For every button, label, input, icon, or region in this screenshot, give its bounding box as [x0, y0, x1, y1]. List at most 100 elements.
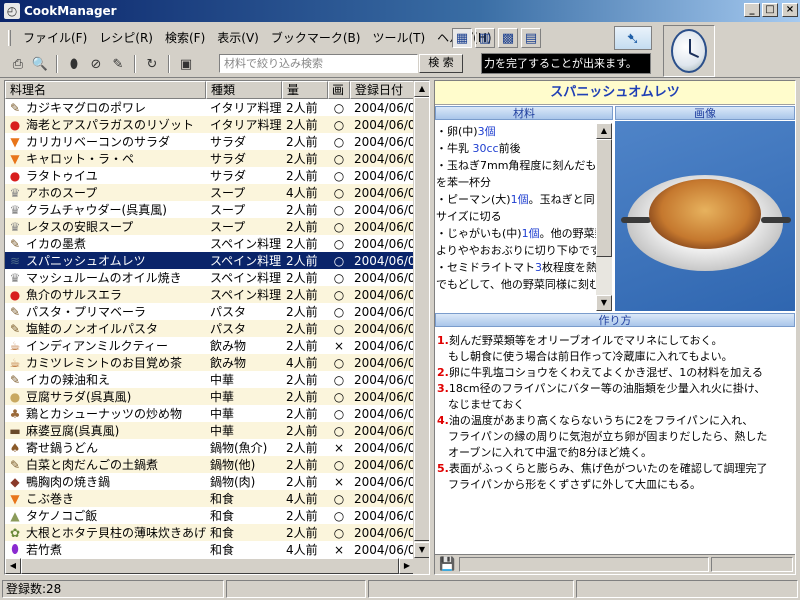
table-row[interactable]: ● ラタトゥイユ サラダ 2人前 ○ 2004/06/05	[5, 167, 415, 184]
recipe-date: 2004/06/05	[354, 491, 415, 506]
calculator-icon[interactable]: ▣	[176, 54, 196, 74]
dish-icon: ▬	[9, 423, 21, 438]
column-header-image[interactable]: 画	[328, 81, 350, 99]
table-row[interactable]: ☕ カミツレミントのお目覚め茶 飲み物 4人前 ○ 2004/06/05	[5, 354, 415, 371]
ingredients-scrollbar[interactable]: ▲ ▼	[596, 123, 612, 311]
table-row[interactable]: ◆ 鴨胸肉の焼き鍋 鍋物(肉) 2人前 × 2004/06/05	[5, 473, 415, 490]
bird-icon[interactable]: ➷	[614, 26, 652, 50]
view-detail-icon[interactable]: ▤	[521, 28, 541, 48]
search-button[interactable]: 検 索	[419, 54, 463, 73]
table-row[interactable]: ● 豆腐サラダ(呉真風) 中華 2人前 ○ 2004/06/05	[5, 388, 415, 405]
menu-file[interactable]: ファイル(F)	[17, 29, 93, 47]
recipe-name: ラタトゥイユ	[26, 169, 98, 183]
scroll-up-arrow[interactable]: ▲	[414, 81, 429, 97]
table-row[interactable]: ✎ パスタ・プリマベーラ パスタ 2人前 ○ 2004/06/05	[5, 303, 415, 320]
table-row[interactable]: ♛ アホのスープ スープ 4人前 ○ 2004/06/05	[5, 184, 415, 201]
table-row[interactable]: ≋ スパニッシュオムレツ スペイン料理 2人前 ○ 2004/06/05	[5, 252, 415, 269]
ingredient-text: を苯一杯分	[436, 176, 491, 189]
recipe-name-cell: ◆ 鴨胸肉の焼き鍋	[5, 473, 206, 490]
recipe-date: 2004/06/05	[354, 219, 415, 234]
recipe-quantity: 2人前	[286, 424, 318, 438]
column-header-type[interactable]: 種類	[206, 81, 282, 99]
recipe-count: 登録数:28	[2, 579, 224, 598]
table-row[interactable]: ♛ マッシュルームのオイル焼き スペイン料理 2人前 ○ 2004/06/05	[5, 269, 415, 286]
close-button[interactable]: ×	[782, 3, 798, 17]
print-icon[interactable]: ⎙	[8, 54, 28, 74]
table-row[interactable]: ☕ インディアンミルクティー 飲み物 2人前 × 2004/06/05	[5, 337, 415, 354]
scroll-down-arrow[interactable]: ▼	[596, 295, 612, 311]
column-header-date[interactable]: 登録日付	[350, 81, 415, 99]
step-number: 3.	[437, 382, 449, 395]
menu-grip	[8, 30, 11, 46]
new-recipe-icon[interactable]: ⬮	[64, 54, 84, 74]
detail-status-field	[459, 557, 709, 572]
table-row[interactable]: ✎ イカの墨煮 スペイン料理 2人前 ○ 2004/06/05	[5, 235, 415, 252]
recipe-image-flag: ○	[333, 304, 345, 319]
table-row[interactable]: ♣ 鶏とカシューナッツの炒め物 中華 2人前 ○ 2004/06/05	[5, 405, 415, 422]
table-row[interactable]: ▼ カリカリベーコンのサラダ サラダ 2人前 ○ 2004/06/05	[5, 133, 415, 150]
table-row[interactable]: ● 海老とアスパラガスのリゾット イタリア料理 2人前 ○ 2004/06/05	[5, 116, 415, 133]
table-row[interactable]: ♛ レタスの安眼スープ スープ 2人前 ○ 2004/06/05	[5, 218, 415, 235]
list-horizontal-scrollbar[interactable]: ◀ ▶	[5, 558, 415, 574]
print-preview-icon[interactable]: 🔍	[30, 54, 50, 74]
recipe-photo[interactable]	[615, 121, 795, 311]
recipe-name: イカの辣油和え	[26, 373, 111, 387]
recipe-image-flag: ○	[333, 185, 345, 200]
menu-search[interactable]: 検索(F)	[159, 29, 211, 47]
table-row[interactable]: ▬ 麻婆豆腐(呉真風) 中華 2人前 ○ 2004/06/05	[5, 422, 415, 439]
refresh-icon[interactable]: ↻	[142, 54, 162, 74]
scroll-up-arrow[interactable]: ▲	[596, 123, 612, 139]
menu-view[interactable]: 表示(V)	[211, 29, 265, 47]
step-text: 卵に牛乳塩コショウをくわえてよくかき混ぜ、1の材料を加える	[448, 366, 763, 379]
save-icon[interactable]: 💾	[439, 557, 455, 573]
edit-recipe-icon[interactable]: ✎	[108, 54, 128, 74]
recipe-type: 鍋物(魚介)	[210, 441, 268, 455]
recipe-date: 2004/06/05	[354, 508, 415, 523]
menu-bookmark[interactable]: ブックマーク(B)	[265, 29, 367, 47]
scroll-thumb[interactable]	[596, 139, 612, 257]
column-header-name[interactable]: 料理名	[5, 81, 206, 99]
table-row[interactable]: ● 魚介のサルスエラ スペイン料理 2人前 ○ 2004/06/05	[5, 286, 415, 303]
recipe-type: 中華	[210, 424, 235, 438]
delete-recipe-icon[interactable]: ⊘	[86, 54, 106, 74]
recipe-name: 麻婆豆腐(呉真風)	[26, 424, 120, 438]
ingredient-search-input[interactable]: 材料で絞り込み検索	[219, 54, 418, 73]
list-vertical-scrollbar[interactable]: ▲ ▼	[413, 81, 429, 558]
scroll-down-arrow[interactable]: ▼	[414, 542, 429, 558]
table-row[interactable]: ▲ タケノコご飯 和食 2人前 ○ 2004/06/05	[5, 507, 415, 524]
recipe-quantity: 2人前	[286, 135, 318, 149]
view-columns-icon[interactable]: ▥	[475, 28, 495, 48]
menu-tools[interactable]: ツール(T)	[366, 29, 431, 47]
table-row[interactable]: ✎ 塩鮭のノンオイルパスタ パスタ 2人前 ○ 2004/06/05	[5, 320, 415, 337]
table-row[interactable]: ♠ 寄せ鍋うどん 鍋物(魚介) 2人前 × 2004/06/05	[5, 439, 415, 456]
table-row[interactable]: ▼ こぶ巻き 和食 4人前 ○ 2004/06/05	[5, 490, 415, 507]
recipe-quantity: 4人前	[286, 186, 318, 200]
ingredients-header: 材料	[435, 106, 613, 120]
table-row[interactable]: ✎ 白菜と肉だんごの土鍋煮 鍋物(他) 2人前 ○ 2004/06/05	[5, 456, 415, 473]
table-row[interactable]: ✿ 大根とホタテ貝柱の薄味炊きあげ和食 2人前 ○ 2004/06/05	[5, 524, 415, 541]
table-row[interactable]: ▼ キャロット・ラ・ペ サラダ 2人前 ○ 2004/06/05	[5, 150, 415, 167]
clock-button[interactable]	[663, 25, 715, 77]
view-grid-icon[interactable]: ▩	[498, 28, 518, 48]
column-header-quantity[interactable]: 量	[282, 81, 328, 99]
recipe-quantity: 2人前	[286, 220, 318, 234]
carrot-icon: ▼	[10, 151, 20, 166]
view-table-icon[interactable]: ▦	[452, 28, 472, 48]
ingredient-item: ・玉ねぎ7mm角程度に刻んだものを苯一杯分	[436, 157, 613, 191]
omelette-pan	[649, 179, 761, 249]
table-row[interactable]: ✎ イカの辣油和え 中華 2人前 ○ 2004/06/05	[5, 371, 415, 388]
menu-recipe[interactable]: レシピ(R)	[93, 29, 159, 47]
table-row[interactable]: ♛ クラムチャウダー(呉真風) スープ 2人前 ○ 2004/06/05	[5, 201, 415, 218]
view-toolbar: ▦ ▥ ▩ ▤	[452, 27, 541, 49]
scroll-thumb[interactable]	[21, 558, 399, 574]
recipe-name-cell: ☕ カミツレミントのお目覚め茶	[5, 354, 206, 371]
scroll-thumb[interactable]	[414, 97, 429, 541]
maximize-button[interactable]: □	[762, 3, 778, 17]
table-row[interactable]: ⬮ 若竹煮 和食 4人前 × 2004/06/05	[5, 541, 415, 558]
minimize-button[interactable]: _	[744, 3, 760, 17]
recipe-name-cell: ≋ スパニッシュオムレツ	[5, 252, 206, 269]
step-text: オーブンに入れて中温で約8分ほど焼く。	[448, 446, 653, 459]
table-row[interactable]: ✎ カジキマグロのポワレ イタリア料理 2人前 ○ 2004/06/05	[5, 99, 415, 116]
recipe-detail: スパニッシュオムレツ 材料 画像 ・卵(中)3個 ・牛乳 30cc前後 ・玉ねぎ7m…	[434, 80, 796, 575]
scroll-left-arrow[interactable]: ◀	[5, 558, 21, 574]
